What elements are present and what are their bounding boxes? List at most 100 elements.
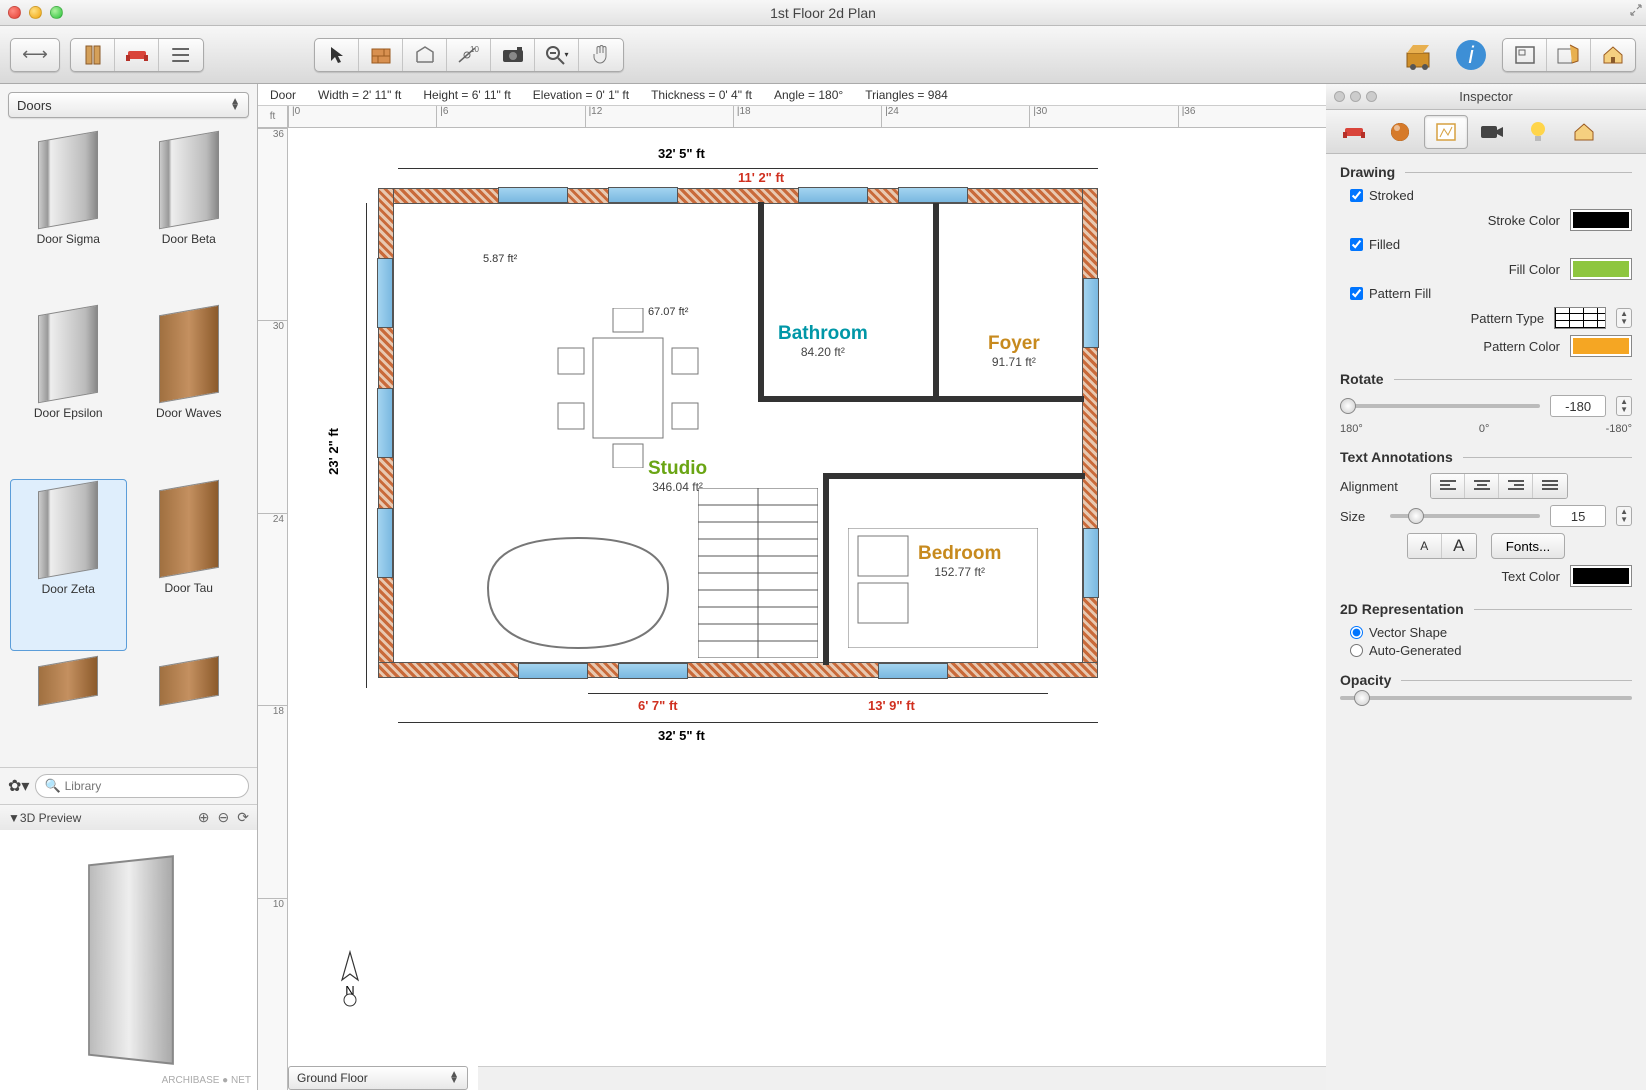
- library-category-label: Doors: [17, 98, 52, 113]
- select-tool[interactable]: [315, 39, 359, 71]
- library-settings-button[interactable]: ✿▾: [8, 776, 29, 796]
- pattern-stepper[interactable]: ▲▼: [1616, 308, 1632, 328]
- room-tool[interactable]: [403, 39, 447, 71]
- section-text: Text Annotations: [1340, 449, 1632, 465]
- inspector-tab-light[interactable]: [1516, 115, 1560, 149]
- room-bathroom: Bathroom84.20 ft²: [778, 323, 868, 359]
- text-color-swatch[interactable]: [1570, 565, 1632, 587]
- library-furniture-tab[interactable]: [115, 39, 159, 71]
- dimension-tool[interactable]: 10: [447, 39, 491, 71]
- view-2d-button[interactable]: [1503, 39, 1547, 71]
- preview-3d-pane[interactable]: ARCHIBASE ● NET: [0, 830, 257, 1090]
- patternfill-checkbox[interactable]: Pattern Fill: [1350, 286, 1632, 301]
- filled-checkbox[interactable]: Filled: [1350, 237, 1632, 252]
- inspector-title: Inspector: [1326, 89, 1646, 104]
- library-item[interactable]: [10, 655, 127, 763]
- align-left-button[interactable]: [1431, 474, 1465, 498]
- zoom-out-button[interactable]: ⊖: [218, 809, 230, 826]
- canvas[interactable]: ft |0 |6 |12 |18 |24 |30 |36 36 30 24 18…: [258, 106, 1326, 1090]
- inspector-tab-camera[interactable]: [1470, 115, 1514, 149]
- rotate-value[interactable]: -180: [1550, 395, 1606, 417]
- svg-text:N: N: [345, 983, 354, 998]
- zoom-tool[interactable]: ▾: [535, 39, 579, 71]
- pattern-color-swatch[interactable]: [1570, 335, 1632, 357]
- section-opacity: Opacity: [1340, 672, 1632, 688]
- tool-group: 10 ▾: [314, 38, 624, 72]
- section-2d-repr: 2D Representation: [1340, 601, 1632, 617]
- library-list-tab[interactable]: [159, 39, 203, 71]
- svg-text:10: 10: [470, 45, 479, 54]
- stroked-checkbox[interactable]: Stroked: [1350, 188, 1632, 203]
- library-search-input[interactable]: [65, 779, 240, 793]
- disclosure-triangle-icon: ▼: [8, 811, 20, 825]
- align-center-button[interactable]: [1465, 474, 1499, 498]
- text-smaller-button[interactable]: A: [1408, 534, 1442, 558]
- toggle-sidebar-button[interactable]: ⟷: [10, 38, 60, 72]
- text-size-slider[interactable]: [1390, 514, 1540, 518]
- inspector-tab-material[interactable]: [1378, 115, 1422, 149]
- text-size-stepper[interactable]: ▲▼: [1616, 506, 1632, 526]
- text-larger-button[interactable]: A: [1442, 534, 1476, 558]
- inspector-tabs: [1326, 110, 1646, 154]
- dim-top-right: 11' 2" ft: [738, 170, 784, 185]
- library-item[interactable]: Door Epsilon: [10, 304, 127, 474]
- inspector-tab-furniture[interactable]: [1332, 115, 1376, 149]
- stroke-color-swatch[interactable]: [1570, 209, 1632, 231]
- preview-header[interactable]: ▼ 3D Preview ⊕ ⊖ ⟳: [0, 804, 257, 830]
- library-item[interactable]: Door Waves: [131, 304, 248, 474]
- library-item[interactable]: Door Beta: [131, 130, 248, 300]
- fonts-button[interactable]: Fonts...: [1491, 533, 1565, 559]
- pan-tool[interactable]: [579, 39, 623, 71]
- status-elevation: Elevation = 0' 1" ft: [533, 88, 629, 102]
- rotate-slider[interactable]: [1340, 404, 1540, 408]
- fullscreen-icon[interactable]: [1630, 4, 1642, 16]
- camera-tool[interactable]: [491, 39, 535, 71]
- align-justify-button[interactable]: [1533, 474, 1567, 498]
- library-item[interactable]: [131, 655, 248, 763]
- align-right-button[interactable]: [1499, 474, 1533, 498]
- compass-icon: N: [328, 950, 372, 1010]
- room-foyer: Foyer91.71 ft²: [988, 333, 1040, 369]
- library-doors-tab[interactable]: [71, 39, 115, 71]
- main-toolbar: ⟷ 10 ▾ i: [0, 26, 1646, 84]
- library-item[interactable]: Door Tau: [131, 479, 248, 651]
- floor-selector[interactable]: Ground Floor ▲▼: [288, 1066, 468, 1090]
- text-size-value[interactable]: 15: [1550, 505, 1606, 527]
- view-3d-button[interactable]: [1547, 39, 1591, 71]
- library-grid: Door Sigma Door Beta Door Epsilon Door W…: [0, 126, 257, 767]
- zoom-reset-button[interactable]: ⟳: [237, 809, 249, 826]
- library-item[interactable]: Door Sigma: [10, 130, 127, 300]
- status-width: Width = 2' 11" ft: [318, 88, 401, 102]
- view-group: [1502, 38, 1636, 72]
- store-button[interactable]: [1398, 34, 1440, 76]
- floorplan[interactable]: Bathroom84.20 ft² Foyer91.71 ft² Studio3…: [378, 188, 1118, 768]
- rotate-stepper[interactable]: ▲▼: [1616, 396, 1632, 416]
- view-home-button[interactable]: [1591, 39, 1635, 71]
- room-bedroom: Bedroom152.77 ft²: [918, 543, 1001, 579]
- status-height: Height = 6' 11" ft: [423, 88, 510, 102]
- opacity-slider[interactable]: [1340, 696, 1632, 700]
- inspector-tab-2d[interactable]: [1424, 115, 1468, 149]
- preview-door-model: [88, 855, 174, 1065]
- sofa: [478, 528, 678, 658]
- zoom-in-button[interactable]: ⊕: [198, 809, 210, 826]
- pattern-type-picker[interactable]: [1554, 307, 1606, 329]
- repr-vector-radio[interactable]: Vector Shape: [1350, 625, 1632, 640]
- fill-color-swatch[interactable]: [1570, 258, 1632, 280]
- wall-tool[interactable]: [359, 39, 403, 71]
- inspector-tab-building[interactable]: [1562, 115, 1606, 149]
- repr-auto-radio[interactable]: Auto-Generated: [1350, 643, 1632, 658]
- library-search[interactable]: 🔍: [35, 774, 249, 798]
- ruler-corner: ft: [258, 106, 288, 128]
- section-rotate: Rotate: [1340, 371, 1632, 387]
- status-triangles: Triangles = 984: [865, 88, 948, 102]
- dim-top: 32' 5" ft: [658, 146, 705, 161]
- library-category-select[interactable]: Doors ▲▼: [8, 92, 249, 118]
- section-drawing: Drawing: [1340, 164, 1632, 180]
- dropdown-arrows-icon: ▲▼: [230, 99, 240, 111]
- stairs: [698, 488, 818, 658]
- library-item-selected[interactable]: Door Zeta: [10, 479, 127, 651]
- horizontal-scrollbar[interactable]: [478, 1066, 1326, 1090]
- info-button[interactable]: i: [1450, 34, 1492, 76]
- dropdown-arrows-icon: ▲▼: [449, 1072, 459, 1084]
